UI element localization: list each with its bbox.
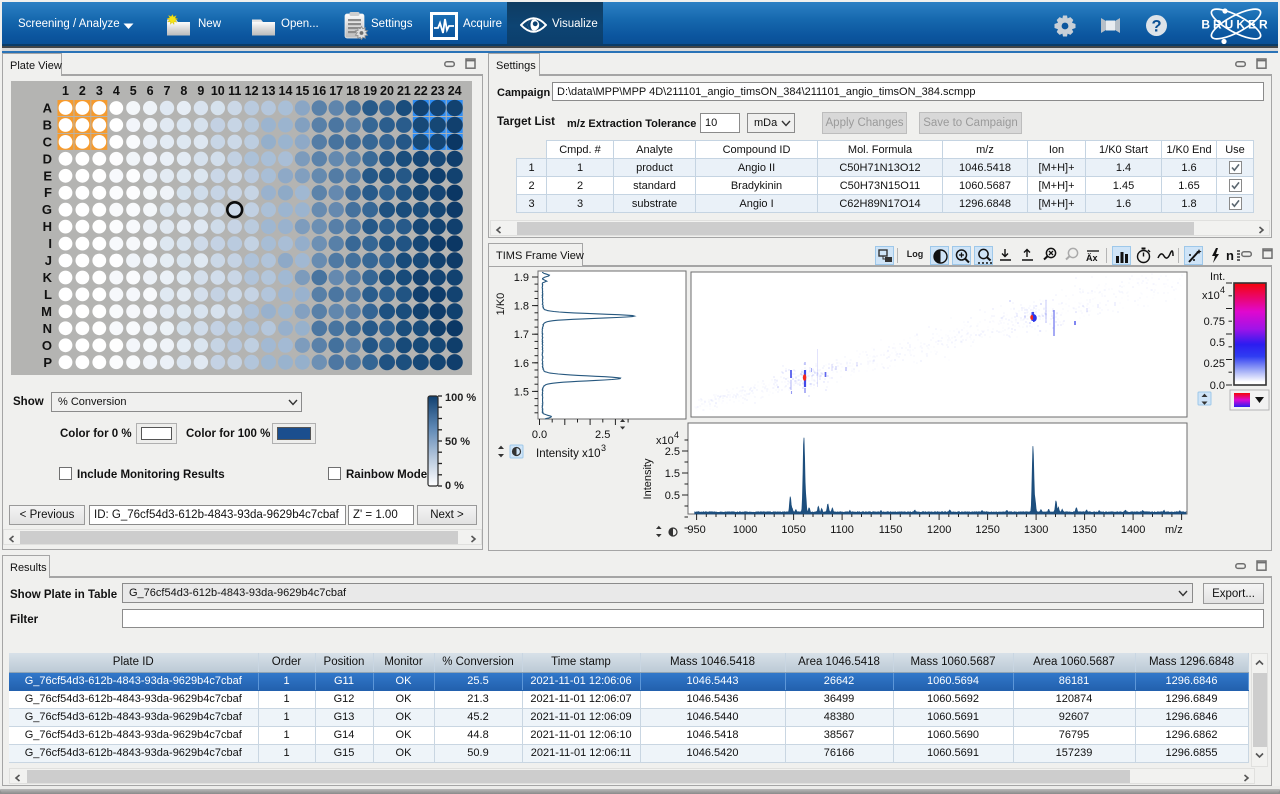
svg-text:11: 11 — [228, 84, 241, 98]
svg-text:N: N — [43, 321, 52, 336]
svg-text:1150: 1150 — [879, 524, 903, 536]
svg-text:17: 17 — [329, 84, 343, 98]
svg-text:50 %: 50 % — [445, 436, 470, 448]
svg-text:100 %: 100 % — [445, 393, 476, 404]
svg-text:1000: 1000 — [733, 524, 757, 536]
svg-text:0.25: 0.25 — [1204, 358, 1225, 370]
svg-text:1100: 1100 — [830, 524, 854, 536]
svg-text:L: L — [44, 287, 52, 302]
svg-text:C: C — [43, 134, 53, 149]
svg-text:13: 13 — [262, 84, 276, 98]
svg-text:K: K — [43, 270, 53, 285]
svg-text:9: 9 — [197, 84, 204, 98]
svg-text:1.5: 1.5 — [665, 468, 680, 480]
svg-text:16: 16 — [312, 84, 326, 98]
svg-text:4: 4 — [1220, 285, 1225, 295]
svg-text:E: E — [43, 168, 52, 183]
svg-text:G: G — [42, 202, 52, 217]
svg-text:950: 950 — [687, 524, 705, 536]
svg-text:5: 5 — [130, 84, 137, 98]
svg-text:Intensity: Intensity — [642, 458, 654, 499]
svg-text:1.5: 1.5 — [514, 386, 529, 398]
svg-text:Intensity x10: Intensity x10 — [536, 448, 601, 460]
svg-text:18: 18 — [346, 84, 360, 98]
svg-text:1.6: 1.6 — [514, 358, 529, 370]
svg-text:6: 6 — [147, 84, 154, 98]
svg-text:1/K0: 1/K0 — [495, 293, 507, 316]
svg-text:3: 3 — [601, 443, 606, 453]
svg-text:0.0: 0.0 — [1210, 380, 1225, 392]
svg-text:x10: x10 — [1202, 290, 1220, 302]
svg-text:10: 10 — [211, 84, 225, 98]
svg-text:M: M — [41, 304, 52, 319]
svg-text:14: 14 — [279, 84, 293, 98]
svg-text:24: 24 — [448, 84, 462, 98]
svg-text:Äx: Äx — [1086, 253, 1098, 263]
svg-text:A: A — [43, 101, 53, 116]
svg-text:n: n — [1226, 248, 1234, 263]
svg-text:1350: 1350 — [1072, 524, 1096, 536]
svg-text:1400: 1400 — [1121, 524, 1145, 536]
svg-text:20: 20 — [380, 84, 394, 98]
svg-text:1200: 1200 — [927, 524, 951, 536]
svg-text:BRUKER: BRUKER — [1201, 18, 1270, 32]
svg-text:2.5: 2.5 — [595, 429, 610, 441]
svg-text:0.75: 0.75 — [1204, 316, 1225, 328]
svg-text:1.9: 1.9 — [514, 272, 529, 284]
svg-text:I: I — [48, 236, 52, 251]
svg-text:1050: 1050 — [781, 524, 805, 536]
svg-text:19: 19 — [363, 84, 377, 98]
svg-text:D: D — [43, 151, 52, 166]
svg-text:1300: 1300 — [1024, 524, 1048, 536]
svg-text:7: 7 — [164, 84, 171, 98]
svg-text:H: H — [43, 219, 52, 234]
svg-text:Int.: Int. — [1210, 271, 1225, 283]
svg-text:0.5: 0.5 — [1210, 337, 1225, 349]
svg-text:1.7: 1.7 — [514, 329, 529, 341]
svg-text:3: 3 — [96, 84, 103, 98]
svg-text:8: 8 — [180, 84, 187, 98]
svg-text:1.8: 1.8 — [514, 301, 529, 313]
svg-text:B: B — [43, 118, 52, 133]
svg-text:4: 4 — [674, 430, 679, 440]
svg-text:0 %: 0 % — [445, 480, 464, 492]
svg-text:x10: x10 — [656, 435, 674, 447]
svg-text:P: P — [43, 355, 52, 370]
svg-text:15: 15 — [295, 84, 309, 98]
svg-text:0.5: 0.5 — [665, 490, 680, 502]
svg-text:J: J — [45, 253, 52, 268]
svg-text:2.5: 2.5 — [665, 446, 680, 458]
svg-text:m/z: m/z — [1165, 524, 1183, 536]
svg-text:?: ? — [1151, 18, 1161, 36]
svg-text:22: 22 — [414, 84, 428, 98]
svg-text:23: 23 — [431, 84, 445, 98]
svg-text:0.0: 0.0 — [532, 429, 547, 441]
svg-text:12: 12 — [245, 84, 259, 98]
svg-text:F: F — [44, 185, 52, 200]
svg-text:21: 21 — [397, 84, 411, 98]
svg-text:2: 2 — [79, 84, 86, 98]
svg-text:1: 1 — [62, 84, 69, 98]
svg-text:4: 4 — [113, 84, 120, 98]
svg-text:O: O — [42, 338, 52, 353]
svg-text:1250: 1250 — [975, 524, 999, 536]
